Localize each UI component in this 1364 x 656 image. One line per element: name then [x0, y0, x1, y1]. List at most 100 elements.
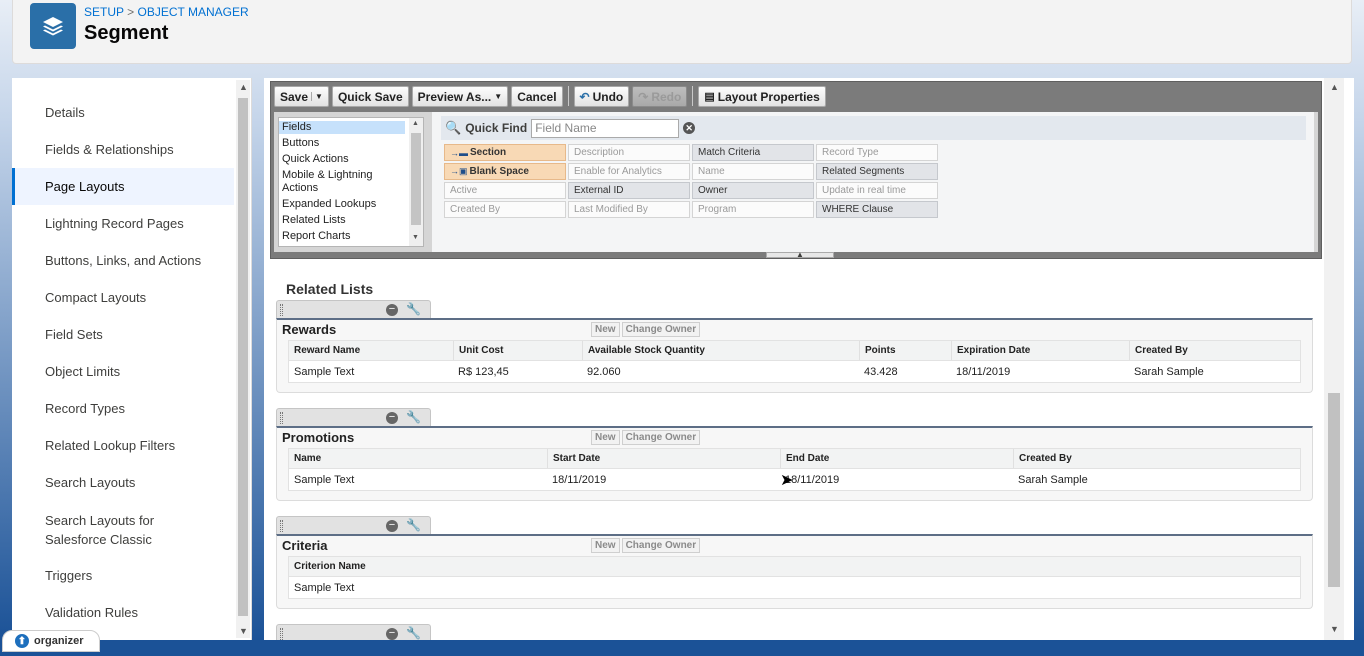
sidebar-item-fields-relationships[interactable]: Fields & Relationships	[12, 131, 234, 168]
table-cell: Sarah Sample	[1134, 365, 1204, 378]
palette-body: Fields Buttons Quick Actions Mobile & Li…	[274, 112, 1318, 259]
save-label: Save	[280, 89, 309, 104]
sidebar-item-details[interactable]: Details	[12, 94, 234, 131]
table-cell: Sarah Sample	[1018, 473, 1088, 486]
collapse-icon: ▲	[796, 250, 804, 259]
redo-label: Redo	[651, 89, 682, 104]
sidebar-item-triggers[interactable]: Triggers	[12, 557, 234, 594]
breadcrumb-object-manager[interactable]: OBJECT MANAGER	[138, 5, 249, 19]
section-icon: →▬	[450, 147, 468, 158]
quick-save-button[interactable]: Quick Save	[331, 86, 409, 107]
palette-field-description[interactable]: Description	[568, 144, 690, 161]
palette-field-name[interactable]: Name	[692, 163, 814, 180]
palette-field-enable-for-analytics[interactable]: Enable for Analytics	[568, 163, 690, 180]
related-list-handle[interactable]: − 🔧	[276, 300, 431, 318]
palette-field-program[interactable]: Program	[692, 201, 814, 218]
quick-find-input[interactable]: Field Name	[531, 118, 680, 138]
save-button[interactable]: Save ▼	[274, 86, 329, 107]
drag-grip-icon[interactable]	[280, 520, 283, 532]
editor-toolbar: Save ▼ Quick Save Preview As... ▼ Cancel…	[274, 86, 826, 108]
category-fields[interactable]: Fields	[279, 121, 405, 134]
related-list-handle[interactable]: − 🔧	[276, 408, 431, 426]
sidebar-item-search-layouts-classic[interactable]: Search Layouts for Salesforce Classic	[12, 506, 172, 554]
scroll-up-icon[interactable]: ▲	[239, 82, 248, 92]
sidebar-item-search-layouts[interactable]: Search Layouts	[12, 464, 234, 501]
wrench-icon[interactable]: 🔧	[406, 626, 421, 640]
sidebar-scroll-thumb[interactable]	[238, 98, 248, 616]
new-button: New	[591, 322, 620, 337]
palette-fields-area: 🔍 Quick Find Field Name ✕ →▬ Section Des…	[432, 112, 1314, 252]
drag-grip-icon[interactable]	[280, 412, 283, 424]
table-cell: 18/11/2019	[552, 473, 607, 486]
category-mobile-lightning-actions[interactable]: Mobile & Lightning Actions	[279, 169, 405, 195]
dropdown-arrow-icon[interactable]: ▼	[311, 92, 323, 101]
sidebar-item-object-limits[interactable]: Object Limits	[12, 353, 234, 390]
remove-icon[interactable]: −	[386, 520, 398, 532]
sidebar-scrollbar[interactable]: ▲ ▼	[236, 80, 250, 638]
redo-button[interactable]: ↷ Redo	[632, 86, 688, 107]
palette-field-record-type[interactable]: Record Type	[816, 144, 938, 161]
related-list-promotions[interactable]: Promotions New Change Owner Name Start D…	[276, 426, 1313, 501]
sidebar-item-field-sets[interactable]: Field Sets	[12, 316, 234, 353]
drag-grip-icon[interactable]	[280, 628, 283, 640]
related-list-table: Reward Name Unit Cost Available Stock Qu…	[288, 340, 1301, 383]
scroll-up-icon[interactable]: ▲	[412, 120, 419, 127]
related-list-rewards[interactable]: Rewards New Change Owner Reward Name Uni…	[276, 318, 1313, 393]
wrench-icon[interactable]: 🔧	[406, 302, 421, 316]
related-list-criteria[interactable]: Criteria New Change Owner Criterion Name…	[276, 534, 1313, 609]
preview-as-button[interactable]: Preview As... ▼	[411, 86, 509, 107]
undo-button[interactable]: ↶ Undo	[573, 86, 630, 107]
scroll-down-icon[interactable]: ▼	[412, 234, 419, 241]
related-list-handle[interactable]: − 🔧	[276, 624, 431, 640]
scroll-up-icon[interactable]: ▲	[1330, 82, 1339, 92]
remove-icon[interactable]: −	[386, 628, 398, 640]
clear-icon[interactable]: ✕	[683, 122, 696, 134]
wrench-icon[interactable]: 🔧	[406, 518, 421, 532]
palette-collapse-handle[interactable]: ▲	[766, 250, 834, 259]
breadcrumb-setup[interactable]: SETUP	[84, 5, 124, 19]
drag-grip-icon[interactable]	[280, 304, 283, 316]
sidebar-item-record-types[interactable]: Record Types	[12, 390, 234, 427]
cancel-button[interactable]: Cancel	[511, 86, 563, 107]
table-row: Sample Text	[289, 577, 1300, 598]
field-label: Blank Space	[469, 166, 529, 177]
category-quick-actions[interactable]: Quick Actions	[279, 153, 405, 166]
organizer-widget[interactable]: ⬆ organizer	[2, 630, 100, 652]
table-header: Reward Name Unit Cost Available Stock Qu…	[289, 341, 1300, 361]
palette-field-update-in-real-time[interactable]: Update in real time	[816, 182, 938, 199]
palette-field-blank-space[interactable]: →▣ Blank Space	[444, 163, 566, 180]
palette-field-external-id[interactable]: External ID	[568, 182, 690, 199]
category-report-charts[interactable]: Report Charts	[279, 230, 405, 243]
sidebar-item-lightning-record-pages[interactable]: Lightning Record Pages	[12, 205, 234, 242]
table-row: Sample Text R$ 123,45 92.060 43.428 18/1…	[289, 361, 1300, 382]
category-expanded-lookups[interactable]: Expanded Lookups	[279, 198, 405, 211]
related-list-handle[interactable]: − 🔧	[276, 516, 431, 534]
remove-icon[interactable]: −	[386, 304, 398, 316]
sidebar-item-compact-layouts[interactable]: Compact Layouts	[12, 279, 234, 316]
related-list-table: Criterion Name Sample Text	[288, 556, 1301, 599]
palette-field-related-segments[interactable]: Related Segments	[816, 163, 938, 180]
sidebar-item-validation-rules[interactable]: Validation Rules	[12, 594, 234, 631]
remove-icon[interactable]: −	[386, 412, 398, 424]
palette-field-active[interactable]: Active	[444, 182, 566, 199]
sidebar-item-buttons-links-actions[interactable]: Buttons, Links, and Actions	[12, 242, 234, 279]
category-buttons[interactable]: Buttons	[279, 137, 405, 150]
main-scrollbar[interactable]: ▲ ▼	[1324, 78, 1344, 640]
palette-field-last-modified-by[interactable]: Last Modified By	[568, 201, 690, 218]
palette-field-match-criteria[interactable]: Match Criteria	[692, 144, 814, 161]
palette-field-section[interactable]: →▬ Section	[444, 144, 566, 161]
page-header: SETUP > OBJECT MANAGER Segment	[12, 0, 1352, 64]
category-scroll-thumb[interactable]	[411, 133, 421, 225]
palette-field-where-clause[interactable]: WHERE Clause	[816, 201, 938, 218]
category-related-lists[interactable]: Related Lists	[279, 214, 405, 227]
wrench-icon[interactable]: 🔧	[406, 410, 421, 424]
sidebar-item-page-layouts[interactable]: Page Layouts	[12, 168, 234, 205]
main-scroll-thumb[interactable]	[1328, 393, 1340, 587]
scroll-down-icon[interactable]: ▼	[239, 626, 248, 636]
sidebar-item-related-lookup-filters[interactable]: Related Lookup Filters	[12, 427, 234, 464]
category-scrollbar[interactable]: ▲ ▼	[409, 118, 423, 246]
scroll-down-icon[interactable]: ▼	[1330, 624, 1339, 634]
palette-field-owner[interactable]: Owner	[692, 182, 814, 199]
layout-properties-button[interactable]: ▤ Layout Properties	[698, 86, 826, 107]
palette-field-created-by[interactable]: Created By	[444, 201, 566, 218]
